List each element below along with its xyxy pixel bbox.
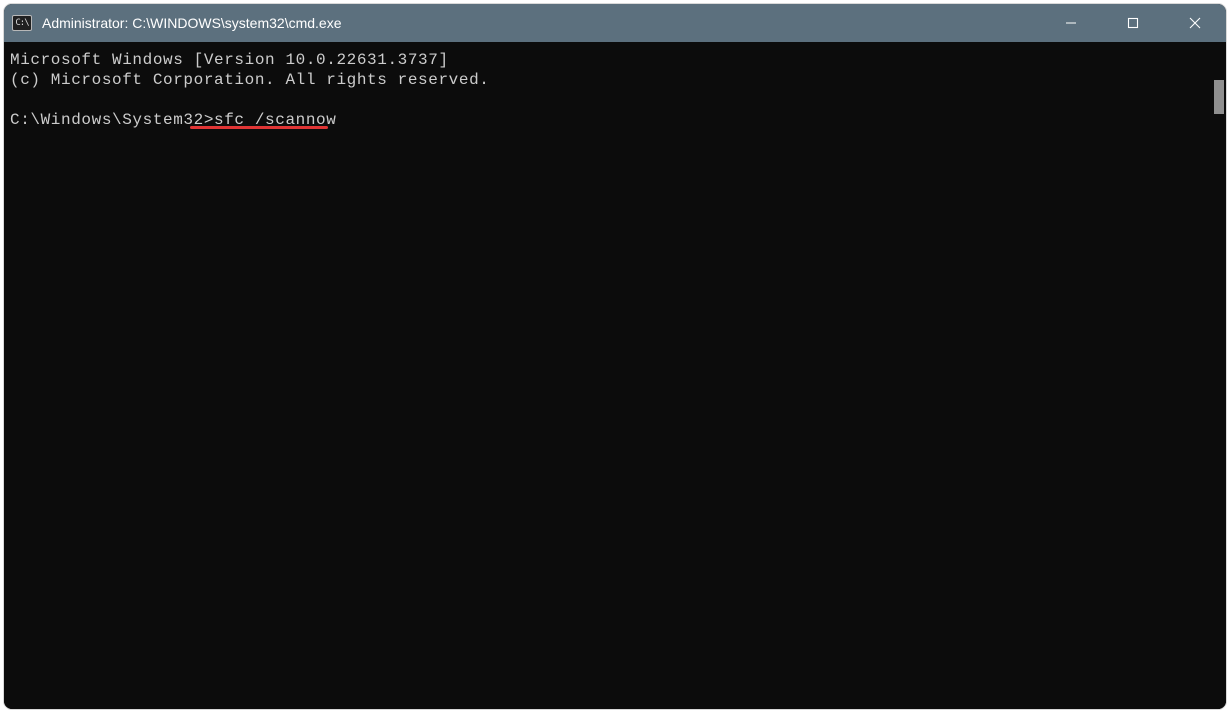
annotation-underline bbox=[190, 126, 328, 129]
titlebar[interactable]: C:\ Administrator: C:\WINDOWS\system32\c… bbox=[4, 4, 1226, 42]
cmd-window: C:\ Administrator: C:\WINDOWS\system32\c… bbox=[4, 4, 1226, 709]
maximize-button[interactable] bbox=[1102, 4, 1164, 42]
window-title: Administrator: C:\WINDOWS\system32\cmd.e… bbox=[42, 15, 1040, 31]
cmd-icon: C:\ bbox=[12, 15, 32, 31]
scrollbar-thumb[interactable] bbox=[1214, 80, 1224, 114]
terminal[interactable]: Microsoft Windows [Version 10.0.22631.37… bbox=[4, 42, 1226, 709]
close-button[interactable] bbox=[1164, 4, 1226, 42]
scrollbar-track[interactable] bbox=[1210, 42, 1226, 709]
minimize-icon bbox=[1065, 17, 1077, 29]
output-line: (c) Microsoft Corporation. All rights re… bbox=[10, 71, 489, 89]
cmd-icon-glyph: C:\ bbox=[15, 19, 28, 28]
close-icon bbox=[1189, 17, 1201, 29]
minimize-button[interactable] bbox=[1040, 4, 1102, 42]
maximize-icon bbox=[1127, 17, 1139, 29]
terminal-output: Microsoft Windows [Version 10.0.22631.37… bbox=[4, 42, 1226, 138]
output-line: Microsoft Windows [Version 10.0.22631.37… bbox=[10, 51, 449, 69]
prompt: C:\Windows\System32> bbox=[10, 111, 214, 129]
window-controls bbox=[1040, 4, 1226, 42]
